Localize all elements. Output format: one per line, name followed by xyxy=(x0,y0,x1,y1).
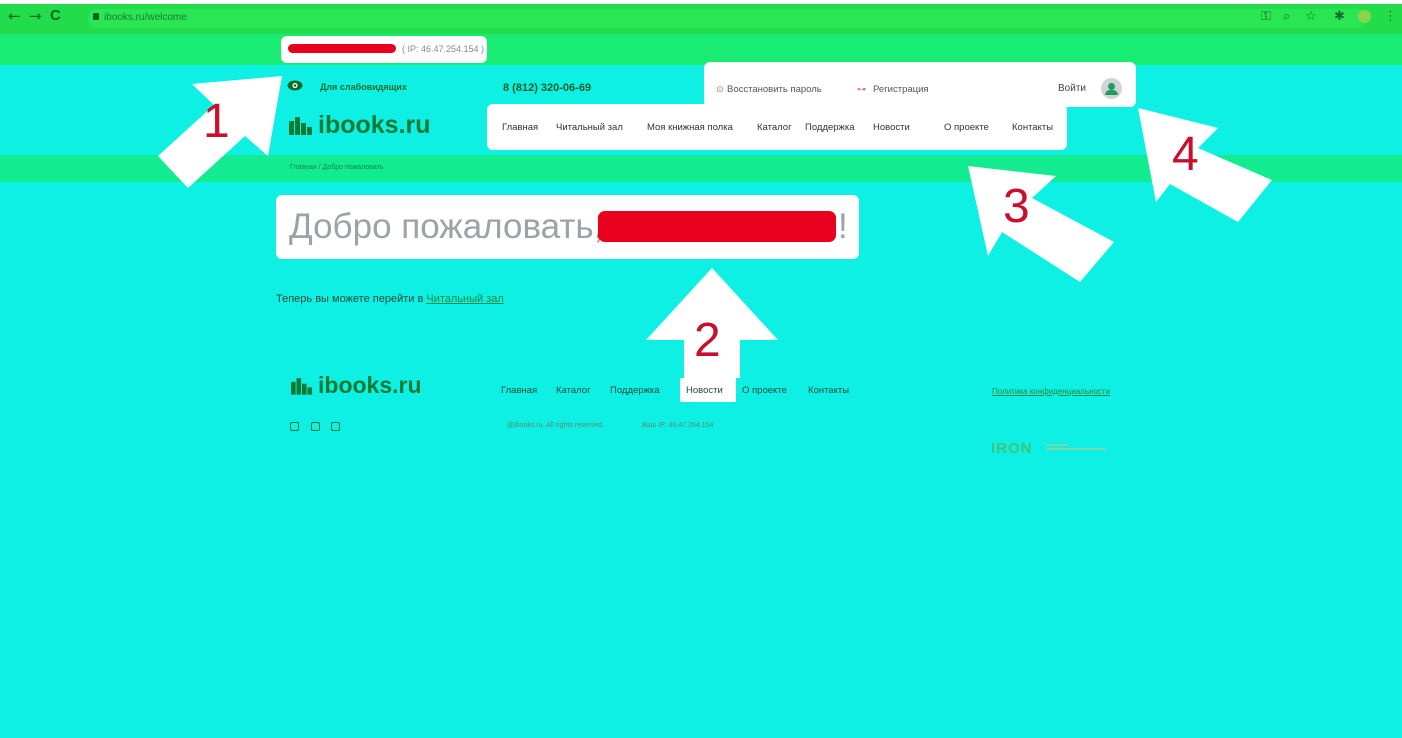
callout-number-1: 1 xyxy=(203,95,230,148)
callout-number-2: 2 xyxy=(694,314,721,367)
callout-arrow-4 xyxy=(1138,108,1272,222)
callout-number-3: 3 xyxy=(1003,180,1030,233)
callout-arrow-3 xyxy=(968,166,1114,282)
callout-number-4: 4 xyxy=(1172,128,1199,181)
